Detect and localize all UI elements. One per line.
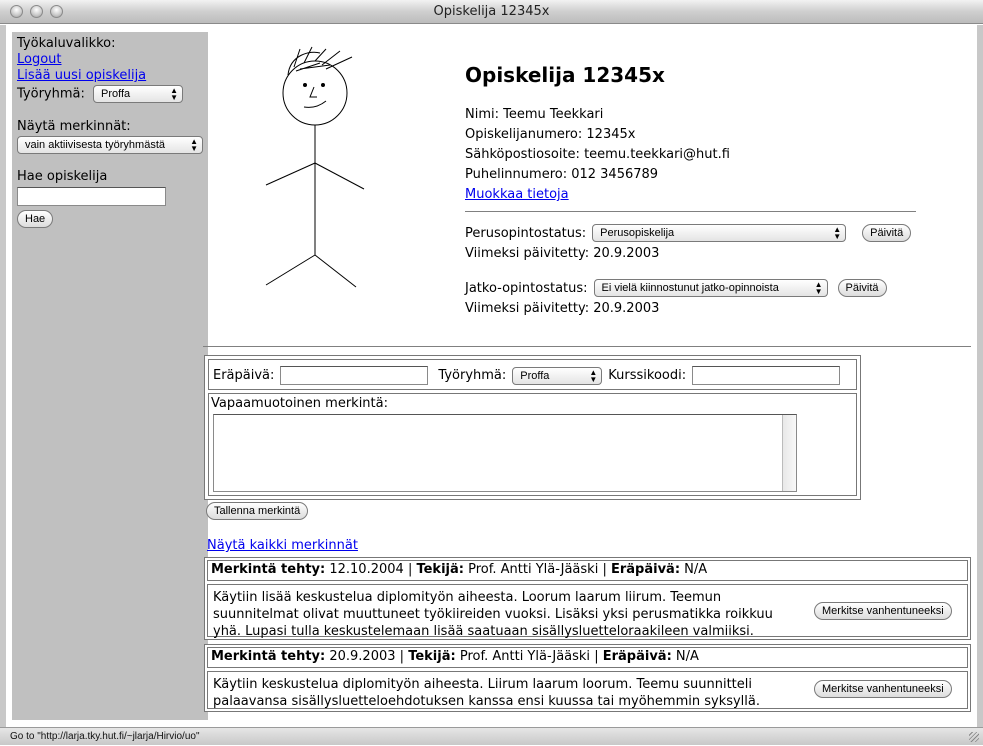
entry-made-value: 20.9.2003: [329, 649, 396, 664]
entry-meta-row: Eräpäivä: Työryhmä: Proffa ▲ ▼ Kurssikood…: [208, 359, 857, 390]
free-entry-row: Vapaamuotoinen merkintä:: [208, 393, 857, 496]
entry-card: Merkintä tehty: 20.9.2003 | Tekijä: Prof…: [204, 644, 971, 712]
entry-due-value: N/A: [675, 649, 699, 664]
student-avatar-drawing: [265, 46, 365, 288]
browser-status-bar: Go to "http://larja.tky.hut.fi/~jlarja/H…: [0, 727, 983, 745]
textarea-scrollbar[interactable]: [782, 415, 796, 491]
workgroup-label: Työryhmä:: [17, 86, 85, 102]
entry-made-label: Merkintä tehty:: [211, 649, 326, 664]
grad-status-updated: Viimeksi päivitetty: 20.9.2003: [465, 301, 660, 316]
show-entries-row: vain aktiivisesta työryhmästä ▲ ▼: [17, 136, 203, 154]
basic-status-updated: Viimeksi päivitetty: 20.9.2003: [465, 246, 660, 261]
window-titlebar: Opiskelija 12345x: [0, 0, 983, 24]
status-text: Go to "http://larja.tky.hut.fi/~jlarja/H…: [10, 731, 200, 742]
grad-status-update-button[interactable]: Päivitä: [837, 279, 887, 297]
zoom-window-button[interactable]: [50, 5, 63, 18]
page-title: Opiskelija 12345x: [465, 63, 665, 87]
select-arrows-icon: ▲ ▼: [170, 86, 178, 102]
free-entry-label: Vapaamuotoinen merkintä:: [211, 396, 388, 411]
entry-author-label: Tekijä:: [416, 562, 464, 577]
search-input[interactable]: [17, 187, 166, 206]
basic-status-select[interactable]: Perusopiskelija ▲ ▼: [592, 224, 847, 242]
sidebar: Työkaluvalikko: Logout Lisää uusi opiske…: [12, 32, 208, 720]
edit-info-link[interactable]: Muokkaa tietoja: [465, 187, 569, 202]
mark-expired-button[interactable]: Merkitse vanhentuneeksi: [814, 680, 952, 698]
workgroup-select[interactable]: Proffa ▲ ▼: [93, 85, 183, 103]
workgroup-row: Työryhmä: Proffa ▲ ▼: [17, 85, 203, 103]
entry-text-line: Käytiin keskustelua diplomityön aiheesta…: [213, 677, 752, 692]
basic-status-row: Perusopintostatus: Perusopiskelija ▲ ▼ Pä…: [465, 224, 912, 242]
entry-text-line: yhä. Lupasi tulla keskustelemaan lisää s…: [213, 624, 754, 639]
group-select[interactable]: Proffa ▲ ▼: [512, 366, 603, 385]
group-label: Työryhmä:: [438, 368, 507, 383]
student-email: Sähköpostiosoite: teemu.teekkari@hut.fi: [465, 147, 730, 162]
toolbox-label: Työkaluvalikko:: [17, 36, 116, 51]
window-controls: [10, 5, 63, 18]
entry-text-line: palaavansa sisällysluetteloehdotuksen ka…: [213, 694, 761, 709]
mark-expired-button[interactable]: Merkitse vanhentuneeksi: [814, 602, 952, 620]
search-button[interactable]: Hae: [17, 210, 54, 228]
select-arrows-icon: ▲ ▼: [833, 225, 842, 241]
select-arrows-icon: ▲ ▼: [814, 280, 823, 296]
search-label: Hae opiskelija: [17, 169, 108, 184]
entry-separator: |: [594, 649, 599, 664]
grad-status-select[interactable]: Ei vielä kiinnostunut jatko-opinnoista ▲…: [593, 279, 828, 297]
due-date-label: Eräpäivä:: [213, 368, 275, 383]
entry-due-value: N/A: [684, 562, 708, 577]
course-code-label: Kurssikoodi:: [608, 368, 687, 383]
entry-separator: |: [602, 562, 607, 577]
window-title: Opiskelija 12345x: [433, 4, 550, 19]
student-profile: Opiskelija 12345x Nimi: Teemu Teekkari O…: [465, 63, 925, 205]
entry-body: Käytiin keskustelua diplomityön aiheesta…: [207, 671, 968, 709]
entry-text-line: suunnitelmat olivat muuttuneet työkiirei…: [213, 607, 773, 622]
free-entry-textarea[interactable]: [213, 414, 797, 492]
grad-status-label: Jatko-opintostatus:: [465, 280, 588, 296]
student-name: Nimi: Teemu Teekkari: [465, 107, 604, 122]
add-student-link[interactable]: Lisää uusi opiskelija: [17, 68, 203, 84]
entry-made-value: 12.10.2004: [329, 562, 404, 577]
select-arrows-icon: ▲ ▼: [190, 137, 198, 153]
entry-author-label: Tekijä:: [408, 649, 456, 664]
new-entry-form: Eräpäivä: Työryhmä: Proffa ▲ ▼ Kurssikood…: [204, 355, 861, 500]
entry-card: Merkintä tehty: 12.10.2004 | Tekijä: Pro…: [204, 557, 971, 640]
entry-due-label: Eräpäivä:: [602, 649, 672, 664]
workgroup-select-value: Proffa: [101, 88, 131, 100]
resize-grip-icon[interactable]: [969, 732, 979, 742]
entry-header: Merkintä tehty: 12.10.2004 | Tekijä: Pro…: [207, 560, 968, 581]
entry-header: Merkintä tehty: 20.9.2003 | Tekijä: Prof…: [207, 647, 968, 668]
student-number: Opiskelijanumero: 12345x: [465, 127, 636, 142]
basic-status-select-value: Perusopiskelija: [600, 227, 675, 239]
show-entries-label: Näytä merkinnät:: [17, 119, 131, 134]
profile-divider: [465, 211, 916, 212]
entry-due-label: Eräpäivä:: [610, 562, 681, 577]
show-all-entries-link[interactable]: Näytä kaikki merkinnät: [207, 538, 358, 553]
grad-status-row: Jatko-opintostatus: Ei vielä kiinnostunu…: [465, 279, 887, 297]
group-select-value: Proffa: [520, 369, 550, 382]
due-date-input[interactable]: [280, 366, 429, 385]
basic-status-update-button[interactable]: Päivitä: [862, 224, 912, 242]
show-entries-select[interactable]: vain aktiivisesta työryhmästä ▲ ▼: [17, 136, 203, 154]
entry-author-value: Prof. Antti Ylä-Jääski: [459, 649, 591, 664]
close-window-button[interactable]: [10, 5, 23, 18]
entry-separator: |: [399, 649, 405, 664]
grad-status-select-value: Ei vielä kiinnostunut jatko-opinnoista: [601, 282, 779, 294]
entry-text-line: Käytiin lisää keskustelua diplomityön ai…: [213, 590, 722, 605]
save-entry-button[interactable]: Tallenna merkintä: [206, 502, 309, 520]
logout-link[interactable]: Logout: [17, 52, 203, 68]
student-phone: Puhelinnumero: 012 3456789: [465, 167, 659, 182]
section-divider: [203, 346, 971, 347]
entry-author-value: Prof. Antti Ylä-Jääski: [468, 562, 599, 577]
entry-separator: |: [407, 562, 413, 577]
course-code-input[interactable]: [692, 366, 841, 385]
entry-body: Käytiin lisää keskustelua diplomityön ai…: [207, 584, 968, 639]
show-entries-select-value: vain aktiivisesta työryhmästä: [25, 139, 165, 151]
basic-status-label: Perusopintostatus:: [465, 225, 587, 241]
minimize-window-button[interactable]: [30, 5, 43, 18]
entry-made-label: Merkintä tehty:: [211, 562, 326, 577]
select-arrows-icon: ▲ ▼: [589, 367, 598, 384]
